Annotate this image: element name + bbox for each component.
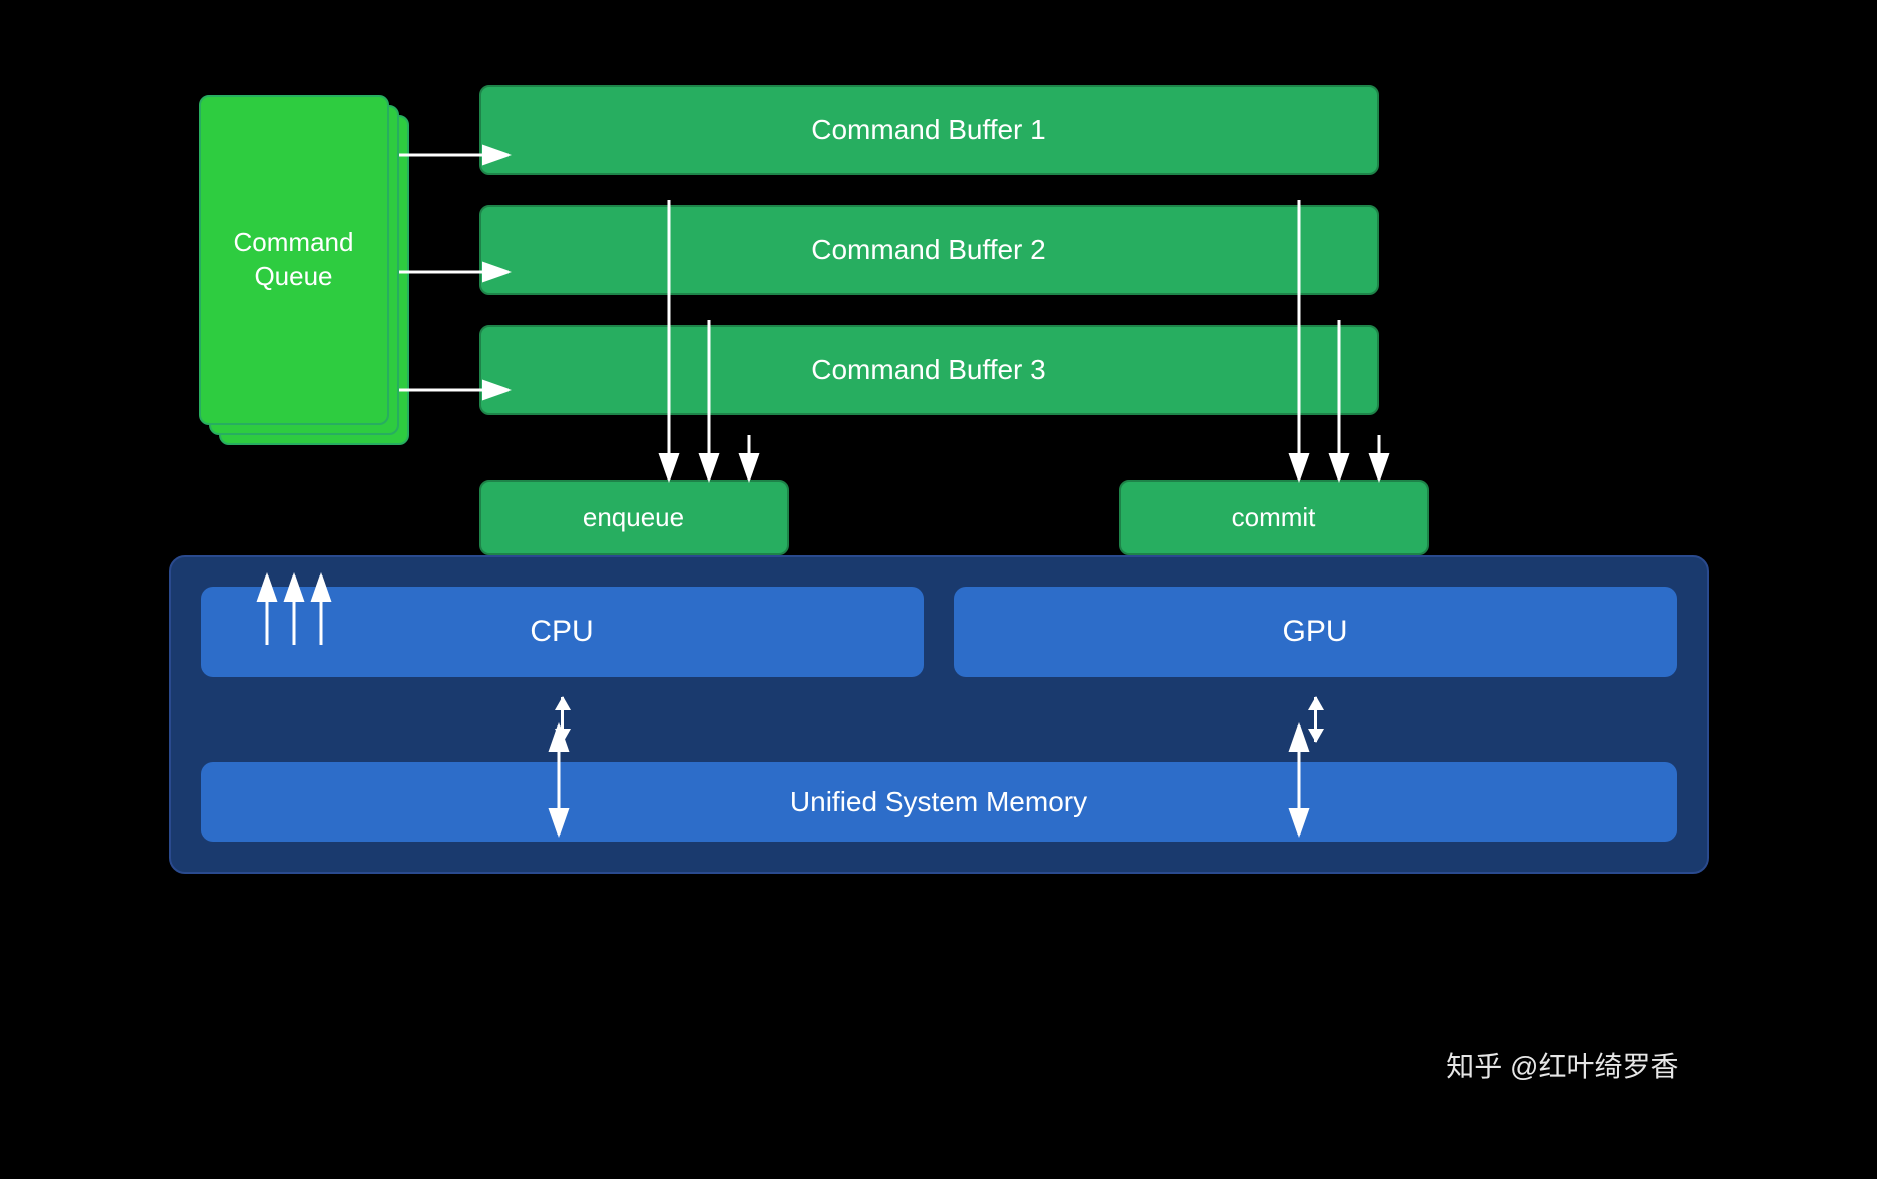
command-queue-stack: Command Queue [199,95,399,475]
gpu-label: GPU [1282,615,1347,649]
cq-card-front: Command Queue [199,95,389,425]
buffer-3-label: Command Buffer 3 [811,354,1046,386]
gpu-box: GPU [954,587,1677,677]
diagram-container: Command Queue Command Buffer 1 Command B… [139,65,1739,1115]
commit-label: commit [1232,502,1316,533]
unified-memory-box: Unified System Memory [201,762,1677,842]
commit-box: commit [1119,480,1429,555]
buffer-2-label: Command Buffer 2 [811,234,1046,266]
bottom-system-section: CPU GPU Unified System Memory [169,555,1709,874]
gpu-memory-arrow-line [1314,697,1317,742]
buffer-2: Command Buffer 2 [479,205,1379,295]
enqueue-label: enqueue [583,502,684,533]
bidir-arrows-row [201,697,1677,742]
cpu-label: CPU [530,615,593,649]
buffers-section: Command Buffer 1 Command Buffer 2 Comman… [479,85,1379,415]
processor-row: CPU GPU [201,587,1677,677]
watermark: 知乎 @红叶绮罗香 [1446,1045,1678,1085]
cpu-memory-arrow-line [561,697,564,742]
bottom-inner: CPU GPU Unified System Memory [201,587,1677,842]
enqueue-box: enqueue [479,480,789,555]
buffer-3: Command Buffer 3 [479,325,1379,415]
unified-memory-label: Unified System Memory [790,786,1087,818]
buffer-1: Command Buffer 1 [479,85,1379,175]
command-queue-label: Command Queue [201,226,387,294]
cpu-box: CPU [201,587,924,677]
gpu-memory-arrow [954,697,1677,742]
buffer-1-label: Command Buffer 1 [811,114,1046,146]
watermark-text: 知乎 @红叶绮罗香 [1446,1051,1678,1082]
cpu-memory-arrow [201,697,924,742]
